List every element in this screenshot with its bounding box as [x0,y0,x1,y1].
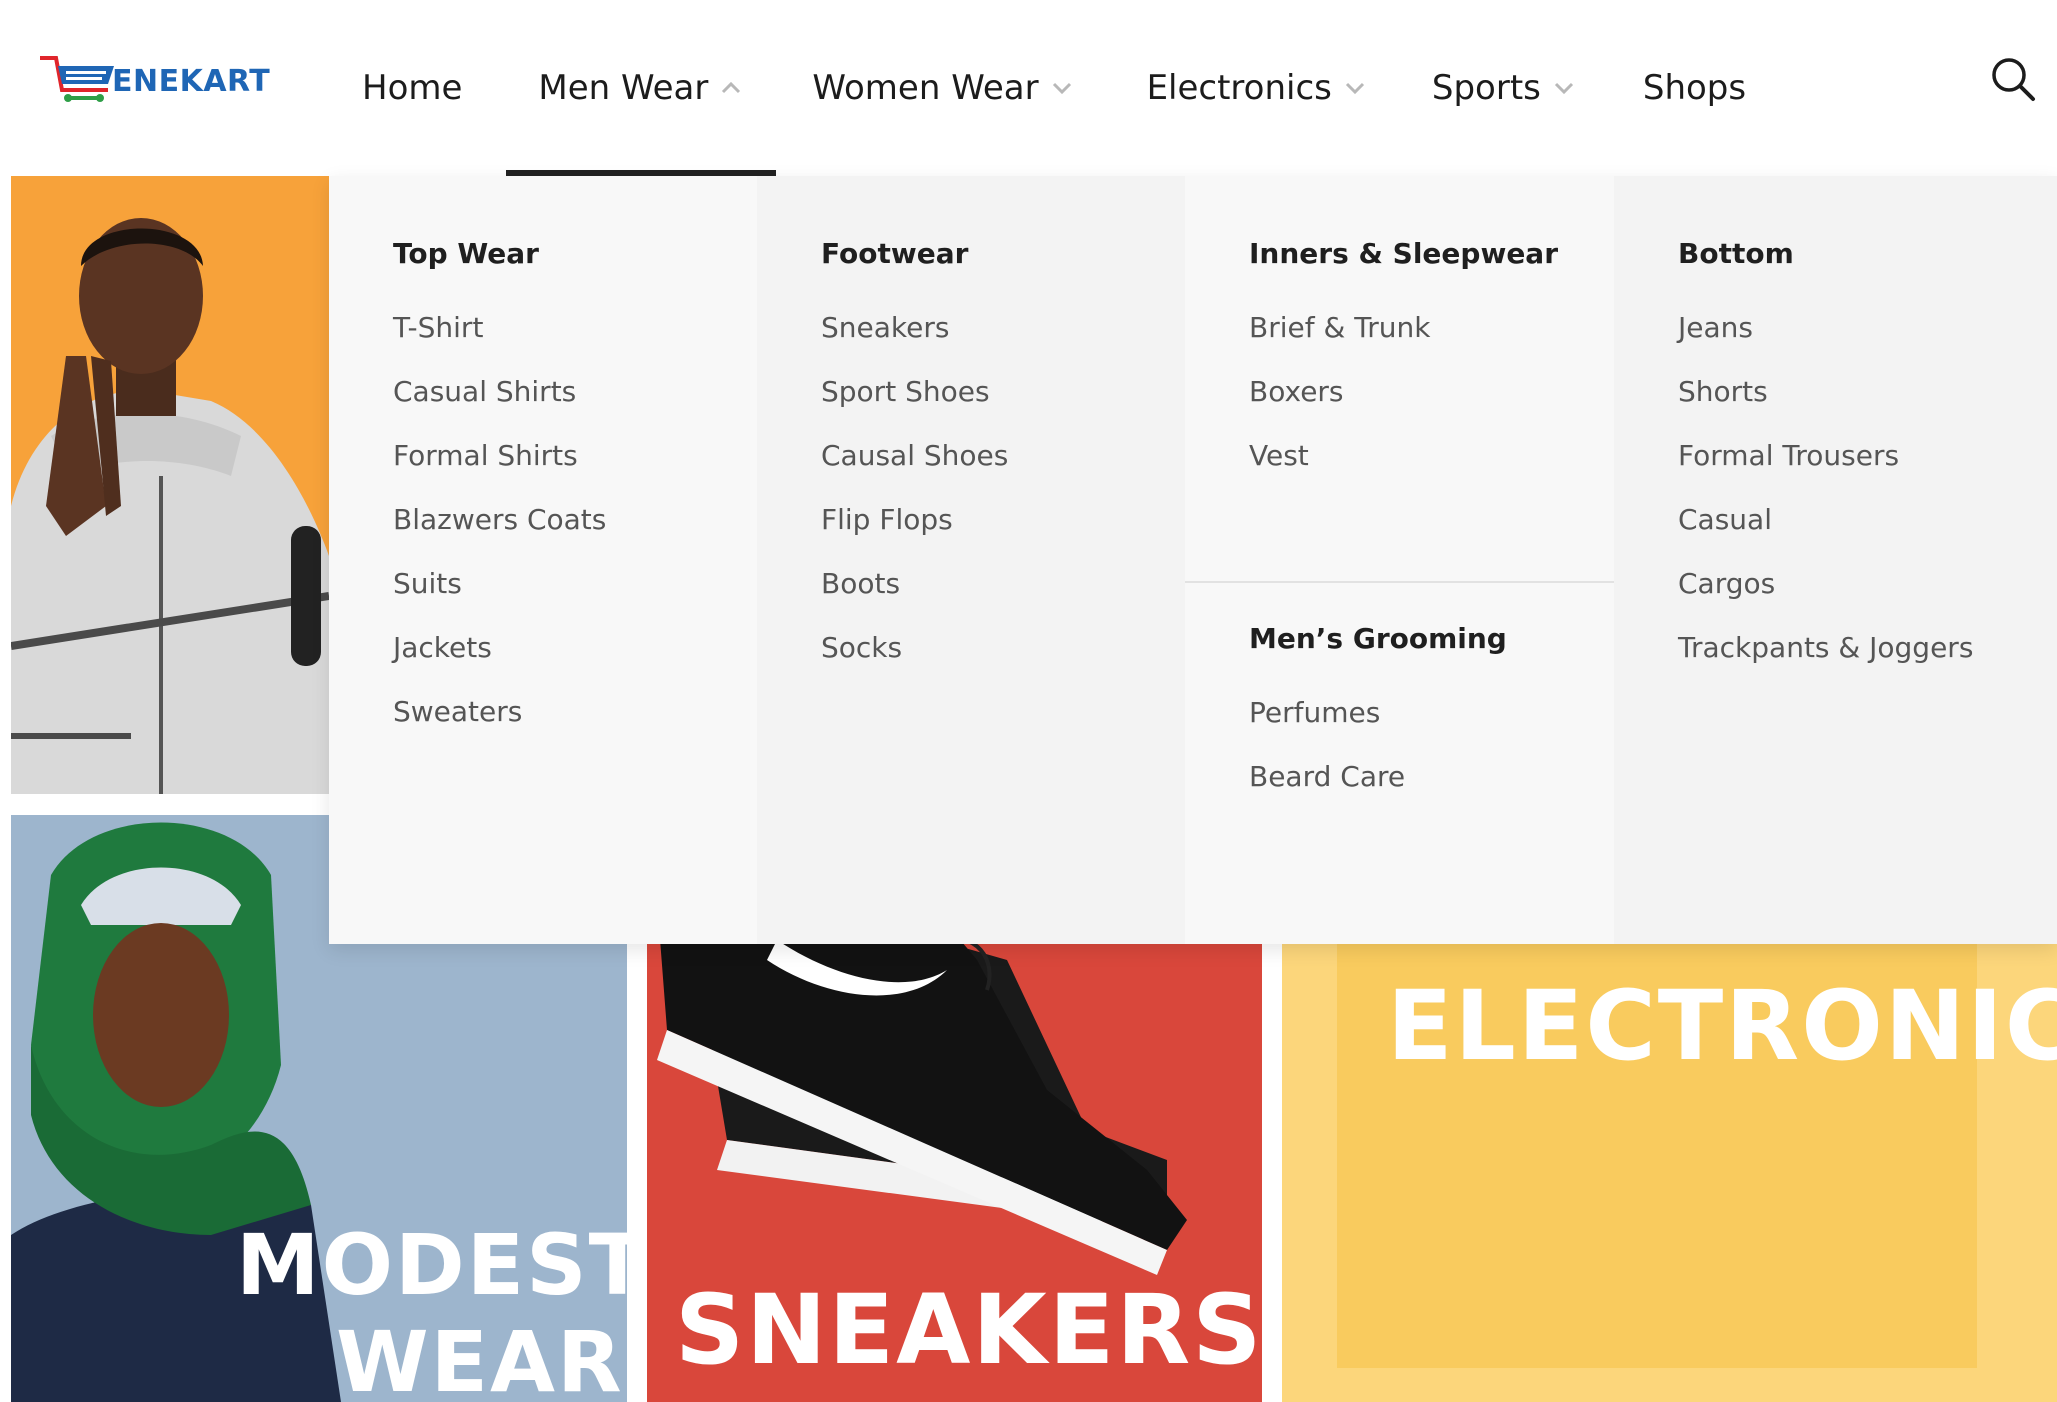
cart-logo-icon [40,56,114,102]
nav-item-men-wear[interactable]: Men Wear [506,0,777,176]
menu-heading-top-wear[interactable]: Top Wear [393,238,757,270]
nav-label-men-wear: Men Wear [538,68,709,108]
brand-logo[interactable]: ENEKART [38,52,270,108]
menu-item[interactable]: Sweaters [393,696,757,760]
men-wear-mega-menu: Top Wear T-Shirt Casual Shirts Formal Sh… [329,176,2057,944]
menu-item[interactable]: Trackpants & Joggers [1678,632,2057,696]
menu-item[interactable]: Flip Flops [821,504,1185,568]
menu-group-mens-grooming: Men’s Grooming Perfumes Beard Care [1185,583,1614,825]
nav-item-home[interactable]: Home [340,0,484,176]
menu-item[interactable]: Suits [393,568,757,632]
nav-label-women-wear: Women Wear [812,68,1039,108]
menu-item[interactable]: Shorts [1678,376,2057,440]
menu-item[interactable]: Jeans [1678,312,2057,376]
chevron-down-icon [1345,82,1364,95]
electronics-banner[interactable]: explore ELECTRONICS [1282,900,2057,1402]
menu-item[interactable]: Sport Shoes [821,376,1185,440]
menu-item[interactable]: T-Shirt [393,312,757,376]
nav-item-women-wear[interactable]: Women Wear [790,0,1096,176]
menu-item[interactable]: Formal Trousers [1678,440,2057,504]
nav-label-shops: Shops [1642,68,1747,108]
menu-column-inners-grooming: Inners & Sleepwear Brief & Trunk Boxers … [1185,176,1614,944]
menu-item[interactable]: Boots [821,568,1185,632]
menu-item[interactable]: Jackets [393,632,757,696]
site-header: ENEKART Home Men Wear Women Wear Electro… [0,0,2057,176]
menu-item[interactable]: Brief & Trunk [1249,312,1614,376]
brand-name: ENEKART [112,64,271,99]
nav-item-electronics[interactable]: Electronics [1125,0,1390,176]
modest-title-line1: MODEST [236,1216,627,1314]
chevron-down-icon [1554,82,1573,95]
menu-list-inners-sleepwear: Brief & Trunk Boxers Vest [1249,312,1614,504]
menu-item[interactable]: Blazwers Coats [393,504,757,568]
menu-item[interactable]: Boxers [1249,376,1614,440]
nav-label-electronics: Electronics [1146,68,1332,108]
menu-column-footwear: Footwear Sneakers Sport Shoes Causal Sho… [757,176,1185,944]
menu-list-mens-grooming: Perfumes Beard Care [1249,697,1614,825]
menu-item[interactable]: Sneakers [821,312,1185,376]
search-button[interactable] [1990,56,2036,102]
menu-heading-bottom[interactable]: Bottom [1678,238,2057,270]
menu-list-bottom: Jeans Shorts Formal Trousers Casual Carg… [1678,312,2057,696]
menu-item[interactable]: Beard Care [1249,761,1614,825]
main-nav: Home Men Wear Women Wear Electronics Spo… [340,0,1768,176]
chevron-up-icon [722,81,741,94]
menu-heading-mens-grooming[interactable]: Men’s Grooming [1249,623,1614,655]
menu-column-top-wear: Top Wear T-Shirt Casual Shirts Formal Sh… [329,176,757,944]
menu-item[interactable]: Vest [1249,440,1614,504]
menu-heading-footwear[interactable]: Footwear [821,238,1185,270]
electronics-title: ELECTRONICS [1387,970,2057,1082]
men-model-banner[interactable] [11,176,329,794]
sneakers-banner[interactable]: SNEAKERS [647,900,1262,1402]
menu-group-inners-sleepwear: Inners & Sleepwear Brief & Trunk Boxers … [1185,238,1614,583]
menu-list-top-wear: T-Shirt Casual Shirts Formal Shirts Blaz… [393,312,757,760]
nav-label-home: Home [362,68,463,108]
nav-item-shops[interactable]: Shops [1621,0,1768,176]
menu-item[interactable]: Perfumes [1249,697,1614,761]
men-model-image [11,176,329,794]
menu-item[interactable]: Formal Shirts [393,440,757,504]
chevron-down-icon [1052,82,1071,95]
menu-column-bottom: Bottom Jeans Shorts Formal Trousers Casu… [1614,176,2057,944]
nav-item-sports[interactable]: Sports [1410,0,1599,176]
menu-item[interactable]: Socks [821,632,1185,696]
menu-item[interactable]: Cargos [1678,568,2057,632]
sneakers-title: SNEAKERS [675,1274,1262,1386]
menu-item[interactable]: Casual [1678,504,2057,568]
menu-item[interactable]: Causal Shoes [821,440,1185,504]
search-icon [1992,58,2035,101]
menu-heading-inners-sleepwear[interactable]: Inners & Sleepwear [1249,238,1614,270]
nav-label-sports: Sports [1431,68,1541,108]
menu-list-footwear: Sneakers Sport Shoes Causal Shoes Flip F… [821,312,1185,696]
menu-item[interactable]: Casual Shirts [393,376,757,440]
modest-title-line2: WEAR [336,1313,624,1402]
